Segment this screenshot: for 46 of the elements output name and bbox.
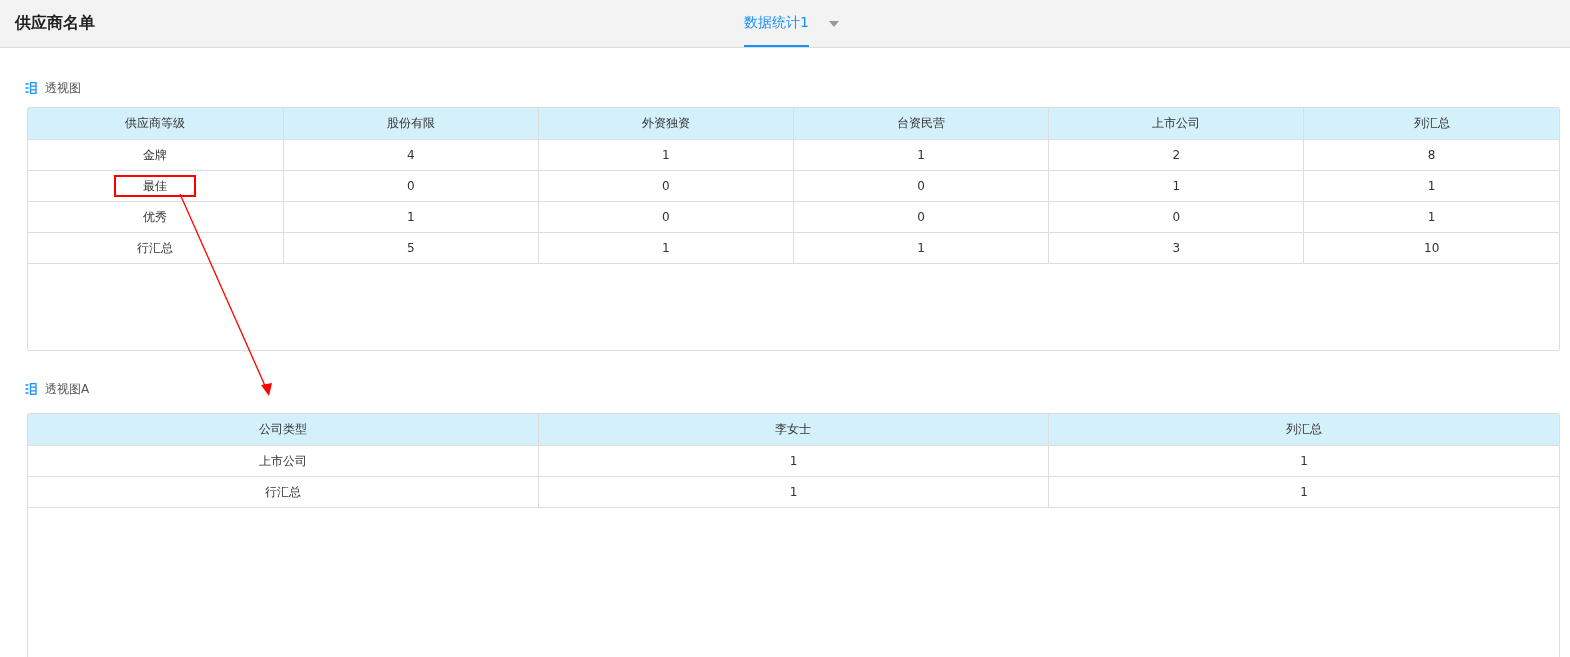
table-cell: 1: [538, 476, 1049, 508]
table-cell: 0: [1048, 201, 1304, 233]
table-cell: 2: [1048, 139, 1304, 171]
table-cell: 0: [283, 170, 539, 202]
row-label-cell: 行汇总: [28, 232, 284, 264]
row-label-cell: 优秀: [28, 201, 284, 233]
table-cell: 1: [538, 139, 794, 171]
column-header: 台资民营: [793, 108, 1049, 140]
table-cell: 3: [1048, 232, 1304, 264]
page-title: 供应商名单: [15, 13, 95, 34]
table-cell: 1: [1303, 201, 1559, 233]
column-header: 公司类型: [28, 414, 539, 446]
section-title: 透视图: [45, 79, 81, 97]
table-cell: 1: [1048, 445, 1559, 477]
table-cell: 0: [538, 201, 794, 233]
caret-icon[interactable]: [828, 20, 839, 27]
column-header: 供应商等级: [28, 108, 284, 140]
table-icon: [25, 82, 37, 94]
column-header: 列汇总: [1048, 414, 1559, 446]
table-cell: 1: [793, 232, 1049, 264]
column-header: 外资独资: [538, 108, 794, 140]
table-cell: 1: [1048, 476, 1559, 508]
table-cell: 1: [793, 139, 1049, 171]
row-label-cell: 行汇总: [28, 476, 539, 508]
table-cell: 8: [1303, 139, 1559, 171]
section-title: 透视图A: [45, 380, 90, 398]
column-header: 李女士: [538, 414, 1049, 446]
table-icon: [25, 383, 37, 395]
table-cell: 5: [283, 232, 539, 264]
table-cell: 0: [538, 170, 794, 202]
table-cell: 0: [793, 170, 1049, 202]
table-cell: 4: [283, 139, 539, 171]
table-cell: 1: [538, 445, 1049, 477]
table-cell: 1: [1048, 170, 1304, 202]
row-label-cell: 最佳: [28, 170, 284, 202]
column-header: 上市公司: [1048, 108, 1304, 140]
row-label-cell: 上市公司: [28, 445, 539, 477]
table-cell: 1: [1303, 170, 1559, 202]
table-cell: 1: [538, 232, 794, 264]
tab[interactable]: 数据统计1: [744, 0, 809, 47]
column-header: 股份有限: [283, 108, 539, 140]
table-cell: 10: [1303, 232, 1559, 264]
row-label-cell: 金牌: [28, 139, 284, 171]
table-cell: 1: [283, 201, 539, 233]
column-header: 列汇总: [1303, 108, 1559, 140]
table-cell: 0: [793, 201, 1049, 233]
